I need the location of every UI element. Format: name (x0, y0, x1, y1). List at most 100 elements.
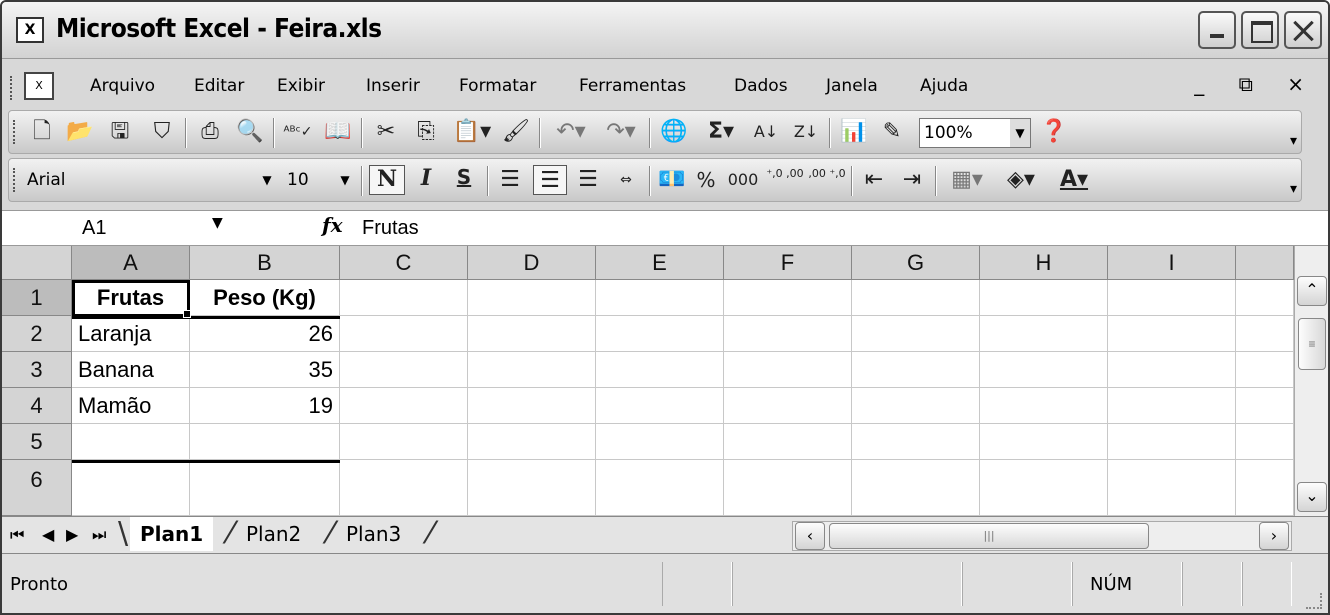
excel-app-icon[interactable]: X (16, 17, 44, 43)
cell-f4[interactable] (724, 388, 852, 424)
cell-a4[interactable]: Mamão (72, 388, 190, 424)
resize-grip[interactable] (1306, 593, 1322, 609)
cell-a1[interactable]: Frutas (72, 280, 190, 316)
cell-j6[interactable] (1236, 460, 1294, 516)
cell-i6[interactable] (1108, 460, 1236, 516)
merge-center-icon[interactable]: ⇔ (611, 165, 641, 195)
cell-c3[interactable] (340, 352, 468, 388)
scroll-up-icon[interactable]: ⌃ (1297, 276, 1327, 306)
font-color-icon[interactable]: A▾ (1049, 165, 1099, 195)
tab-plan3[interactable]: Plan3 (336, 517, 411, 551)
decrease-decimal-button[interactable]: ,00 ⁺,0 (807, 165, 847, 195)
cell-h4[interactable] (980, 388, 1108, 424)
cell-c6[interactable] (340, 460, 468, 516)
tab-plan1[interactable]: Plan1 (130, 517, 214, 551)
format-painter-icon[interactable]: 🖌 (501, 117, 531, 147)
align-right-icon[interactable]: ☰ (573, 165, 603, 195)
menu-arquivo[interactable]: Arquivo (90, 76, 155, 96)
percent-button[interactable]: % (691, 165, 721, 195)
column-header-j[interactable] (1236, 246, 1294, 280)
worksheet-grid[interactable]: A B C D E F G H I 1 2 3 4 5 6 Frutas Peso… (2, 246, 1328, 516)
spelling-icon[interactable]: ᴬᴮᶜ✓ (283, 117, 313, 147)
cell-b2[interactable]: 26 (190, 316, 340, 352)
sort-descending-icon[interactable]: Z↓ (791, 117, 821, 147)
menu-exibir[interactable]: Exibir (277, 76, 325, 96)
open-icon[interactable]: 📂 (65, 117, 95, 147)
scroll-down-icon[interactable]: ⌄ (1297, 482, 1327, 512)
copy-icon[interactable]: ⎘ (411, 117, 441, 147)
column-header-h[interactable]: H (980, 246, 1108, 280)
align-left-icon[interactable]: ☰ (495, 165, 525, 195)
column-header-d[interactable]: D (468, 246, 596, 280)
cell-c1[interactable] (340, 280, 468, 316)
save-icon[interactable]: 🖫 (105, 117, 135, 147)
row-header-2[interactable]: 2 (2, 316, 72, 352)
italic-button[interactable]: I (411, 165, 441, 195)
increase-decimal-button[interactable]: ⁺,0 ,00 (765, 165, 805, 195)
redo-icon[interactable]: ↷▾ (599, 117, 643, 147)
increase-indent-icon[interactable]: ⇥ (897, 165, 927, 195)
formula-input[interactable]: Frutas (362, 211, 419, 245)
menu-dados[interactable]: Dados (734, 76, 788, 96)
workbook-window-controls[interactable]: _ ⧉ × (1194, 72, 1318, 96)
row-header-6[interactable]: 6 (2, 460, 72, 516)
cell-b6[interactable] (190, 460, 340, 516)
font-select[interactable]: Arial ▼ (23, 166, 277, 196)
cell-a5[interactable] (72, 424, 190, 460)
cell-f3[interactable] (724, 352, 852, 388)
cell-d1[interactable] (468, 280, 596, 316)
last-sheet-icon[interactable]: ⏭ (92, 525, 106, 545)
thousands-button[interactable]: 000 (723, 165, 763, 195)
print-preview-icon[interactable]: 🔍 (235, 117, 265, 147)
maximize-icon[interactable] (1241, 11, 1279, 49)
cell-c2[interactable] (340, 316, 468, 352)
chevron-down-icon[interactable]: ▼ (335, 166, 355, 194)
cell-e5[interactable] (596, 424, 724, 460)
column-header-i[interactable]: I (1108, 246, 1236, 280)
cell-d2[interactable] (468, 316, 596, 352)
column-header-b[interactable]: B (190, 246, 340, 280)
next-sheet-icon[interactable]: ▶ (66, 525, 78, 544)
new-icon[interactable]: 🗋 (27, 117, 57, 147)
minimize-icon[interactable] (1198, 11, 1236, 49)
toolbar-options-icon[interactable]: ▾ (1290, 133, 1297, 149)
insert-function-icon[interactable]: fx (322, 213, 343, 237)
column-header-c[interactable]: C (340, 246, 468, 280)
chevron-down-icon[interactable]: ▼ (212, 215, 223, 231)
cell-i3[interactable] (1108, 352, 1236, 388)
autosum-icon[interactable]: Σ▾ (697, 117, 745, 147)
scroll-left-icon[interactable]: ‹ (795, 522, 825, 550)
first-sheet-icon[interactable]: ⏮ (10, 525, 24, 545)
cell-e4[interactable] (596, 388, 724, 424)
align-center-icon[interactable]: ☰ (533, 165, 567, 195)
row-header-1[interactable]: 1 (2, 280, 72, 316)
cell-h3[interactable] (980, 352, 1108, 388)
cell-h1[interactable] (980, 280, 1108, 316)
cell-g3[interactable] (852, 352, 980, 388)
tab-plan2[interactable]: Plan2 (236, 517, 311, 551)
cell-a2[interactable]: Laranja (72, 316, 190, 352)
bold-button[interactable]: N (369, 165, 405, 195)
cell-g2[interactable] (852, 316, 980, 352)
cell-i1[interactable] (1108, 280, 1236, 316)
zoom-select[interactable]: 100% ▼ (919, 118, 1031, 148)
fill-color-icon[interactable]: ◈▾ (997, 165, 1045, 195)
toolbar-grip[interactable] (10, 76, 14, 100)
menu-janela[interactable]: Janela (826, 76, 878, 96)
cell-f6[interactable] (724, 460, 852, 516)
cell-g4[interactable] (852, 388, 980, 424)
toolbar-grip[interactable] (13, 168, 17, 192)
vertical-scrollbar[interactable]: ⌃ ≡ ⌄ (1294, 246, 1328, 516)
horizontal-scrollbar[interactable]: ‹ ||| › (792, 521, 1292, 551)
scroll-right-icon[interactable]: › (1259, 522, 1289, 550)
menu-editar[interactable]: Editar (194, 76, 244, 96)
cell-j2[interactable] (1236, 316, 1294, 352)
fill-handle[interactable] (183, 310, 191, 318)
column-header-e[interactable]: E (596, 246, 724, 280)
underline-button[interactable]: S (449, 165, 479, 195)
chart-wizard-icon[interactable]: 📊 (839, 117, 869, 147)
borders-icon[interactable]: ▦▾ (943, 165, 991, 195)
cell-f1[interactable] (724, 280, 852, 316)
cell-i4[interactable] (1108, 388, 1236, 424)
row-header-5[interactable]: 5 (2, 424, 72, 460)
